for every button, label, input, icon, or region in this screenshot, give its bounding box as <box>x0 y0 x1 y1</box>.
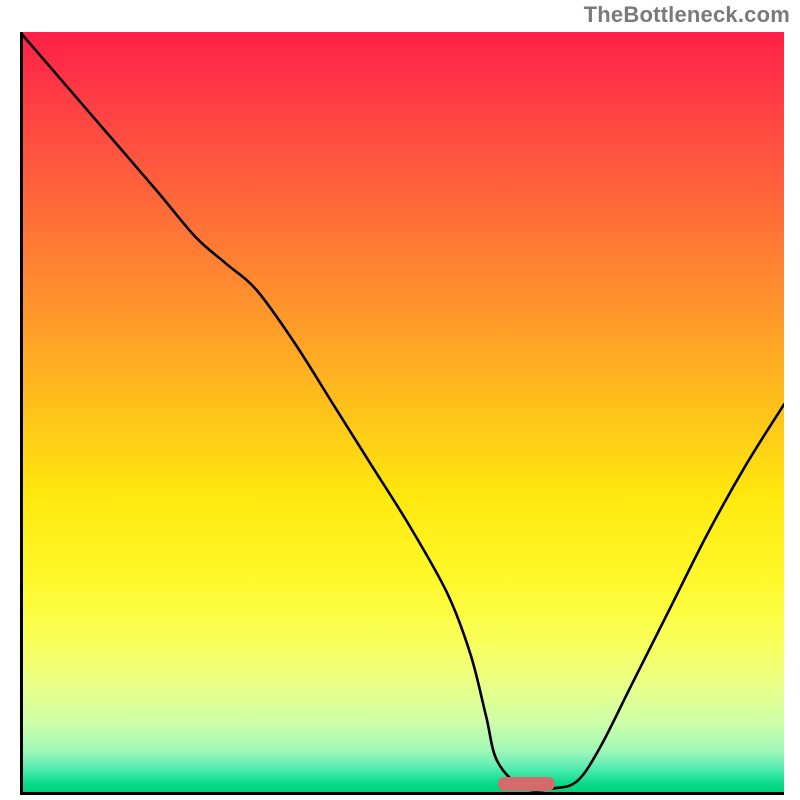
attribution-text: TheBottleneck.com <box>584 2 790 28</box>
minimum-marker <box>498 777 555 791</box>
x-axis-line <box>20 792 784 795</box>
curve-svg <box>20 32 784 792</box>
y-axis-line <box>20 32 23 792</box>
plot-area <box>20 32 784 792</box>
bottleneck-curve <box>20 32 784 790</box>
chart-root: TheBottleneck.com <box>0 0 800 800</box>
